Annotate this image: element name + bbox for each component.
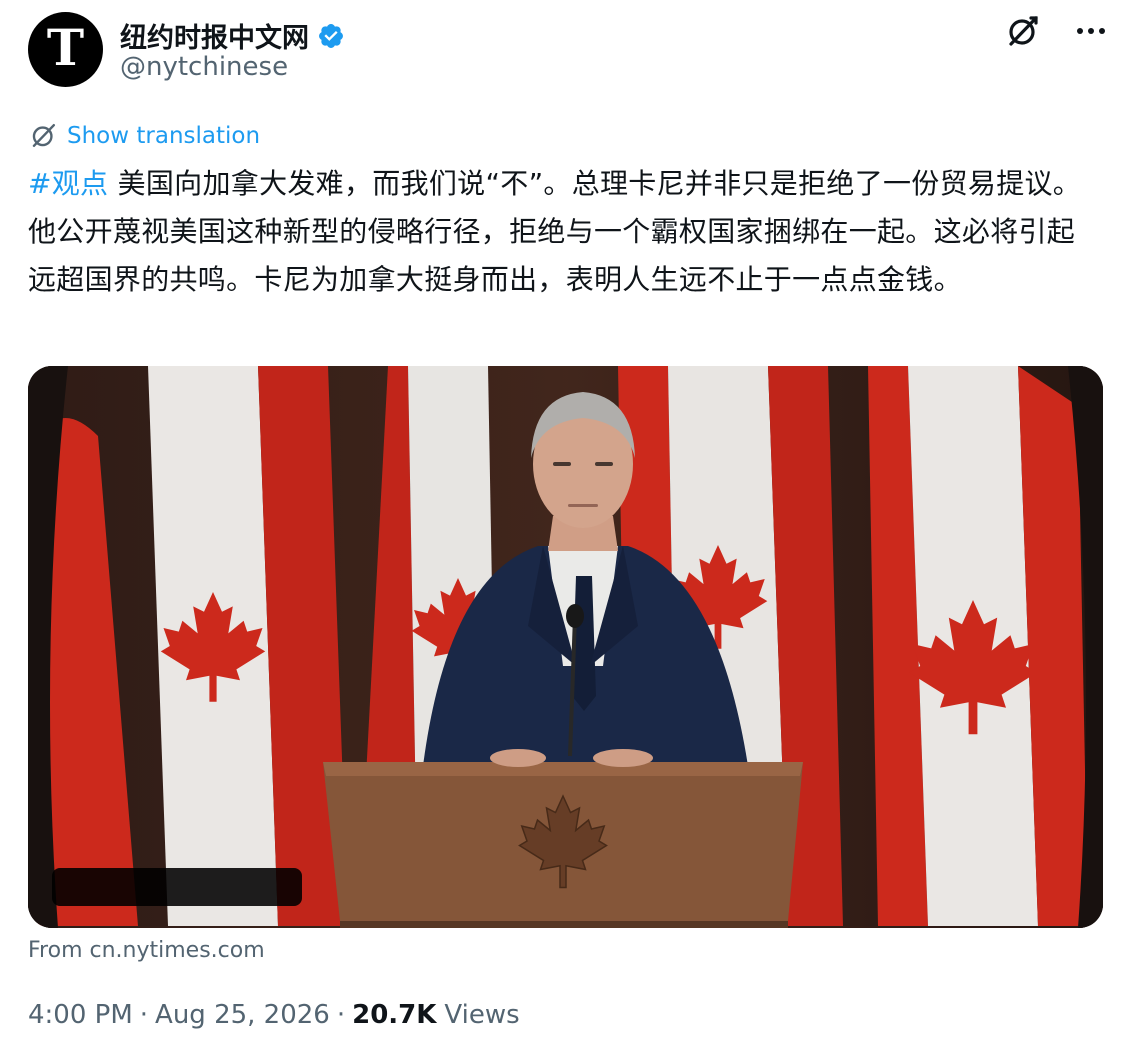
tweet-body: 美国向加拿大发难，而我们说“不”。总理卡尼并非只是拒绝了一份贸易提议。他公开蔑视… [28,167,1082,296]
display-name[interactable]: 纽约时报中文网 [120,16,309,55]
press-conference-photo [28,366,1103,928]
link-source[interactable]: From cn.nytimes.com [28,938,265,963]
media-caption-overlay [52,868,302,906]
separator-dot: · [139,1000,149,1030]
separator-dot: · [336,1000,346,1030]
tweet-date[interactable]: Aug 25, 2026 [155,1000,330,1030]
avatar-logo: T [46,17,85,77]
tweet-photo[interactable] [28,366,1103,928]
top-actions [1006,14,1108,48]
tweet-time[interactable]: 4:00 PM [28,1000,133,1030]
avatar[interactable]: T [28,12,103,87]
more-icon[interactable] [1074,14,1108,48]
views-count[interactable]: 20.7K [352,1000,436,1030]
name-row: 纽约时报中文网 [120,16,345,55]
handle[interactable]: @nytchinese [120,52,288,82]
hashtag-link[interactable]: #观点 [28,167,108,200]
show-translation-button[interactable]: Show translation [30,122,260,149]
translate-icon [30,122,57,149]
grok-icon[interactable] [1006,14,1040,48]
verified-badge-icon[interactable] [317,22,345,50]
tweet-meta: 4:00 PM · Aug 25, 2026 · 20.7K Views [28,1000,520,1030]
show-translation-label: Show translation [67,122,261,149]
tweet-text: #观点 美国向加拿大发难，而我们说“不”。总理卡尼并非只是拒绝了一份贸易提议。他… [28,160,1098,304]
views-label: Views [444,1000,520,1030]
tweet-header: T 纽约时报中文网 @nytchinese [28,12,1108,92]
